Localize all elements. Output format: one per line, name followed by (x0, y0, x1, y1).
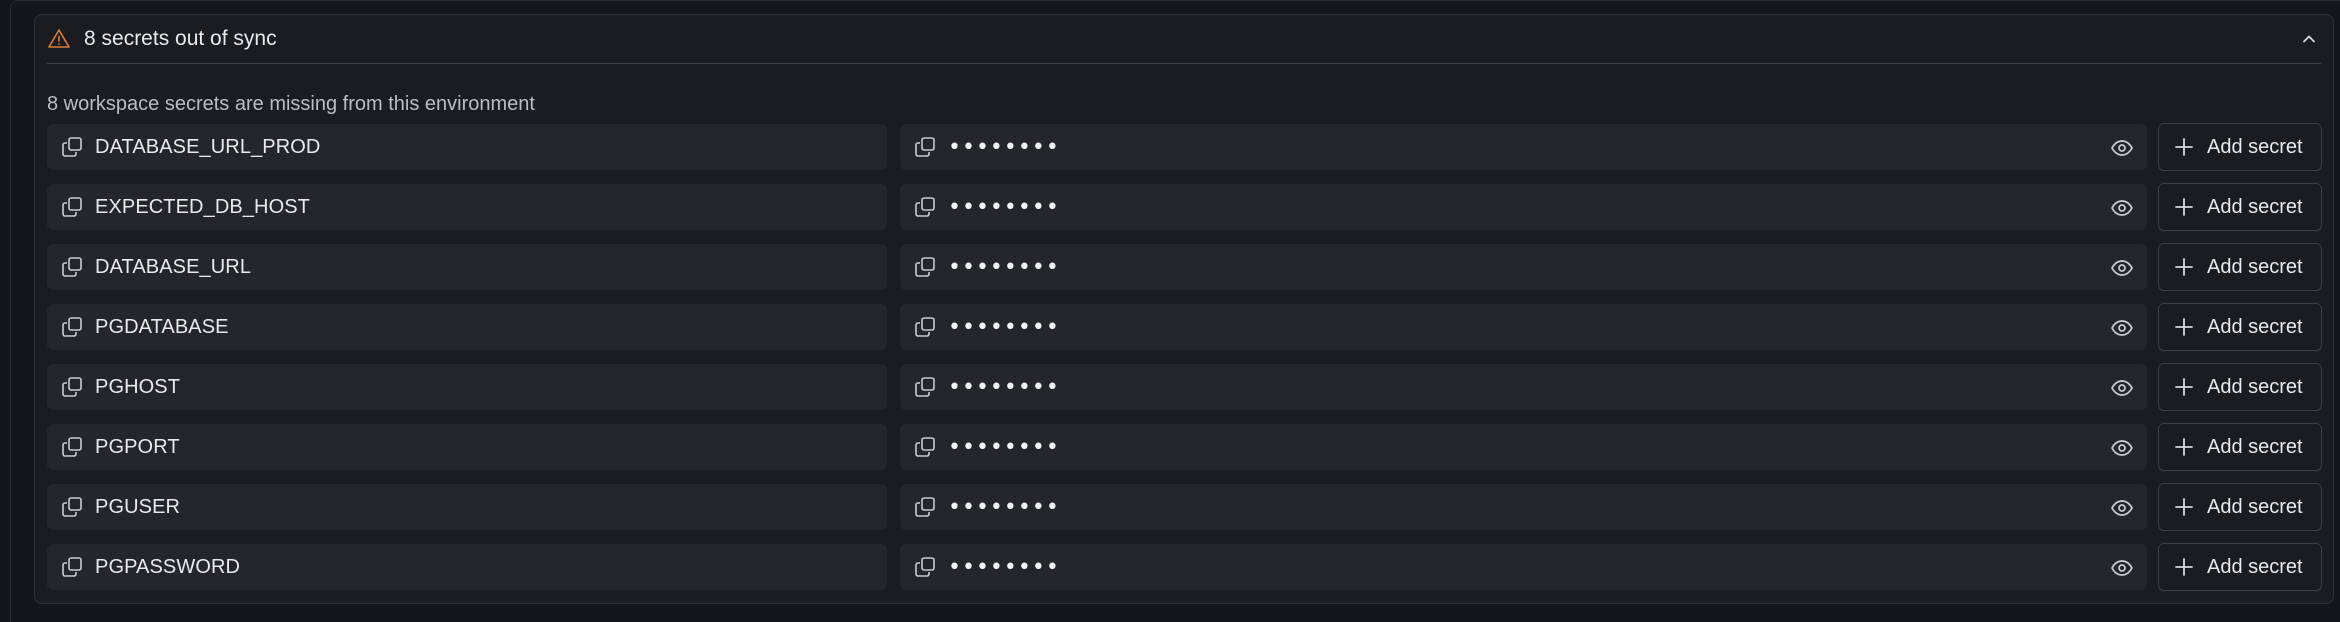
secret-row: DATABASE_URL •••••••• Add secret (47, 243, 2335, 291)
secret-value-field[interactable]: •••••••• (900, 544, 2147, 590)
eye-icon[interactable] (2109, 495, 2135, 521)
secret-key-label: PGUSER (95, 495, 181, 518)
panel-title: 8 secrets out of sync (84, 27, 277, 50)
secret-key-field[interactable]: PGUSER (47, 484, 887, 530)
secrets-sync-panel: 8 secrets out of sync 8 workspace secret… (34, 14, 2334, 604)
add-secret-button[interactable]: Add secret (2158, 303, 2322, 351)
secret-key-field[interactable]: PGPASSWORD (47, 544, 887, 590)
secret-key-field[interactable]: DATABASE_URL (47, 244, 887, 290)
add-secret-label: Add secret (2207, 195, 2303, 218)
secret-value-field[interactable]: •••••••• (900, 124, 2147, 170)
eye-icon[interactable] (2109, 435, 2135, 461)
copy-icon[interactable] (912, 494, 938, 520)
secret-value-masked: •••••••• (948, 314, 1060, 340)
secret-value-masked: •••••••• (948, 134, 1060, 160)
plus-icon (2173, 496, 2195, 518)
add-secret-button[interactable]: Add secret (2158, 183, 2322, 231)
add-secret-label: Add secret (2207, 315, 2303, 338)
secret-row: PGPASSWORD •••••••• Add secret (47, 543, 2335, 591)
eye-icon[interactable] (2109, 315, 2135, 341)
copy-icon[interactable] (59, 314, 85, 340)
eye-icon[interactable] (2109, 135, 2135, 161)
plus-icon (2173, 196, 2195, 218)
copy-icon[interactable] (59, 374, 85, 400)
secret-key-label: DATABASE_URL (95, 255, 252, 278)
secret-key-field[interactable]: PGPORT (47, 424, 887, 470)
secret-value-field[interactable]: •••••••• (900, 184, 2147, 230)
add-secret-button[interactable]: Add secret (2158, 123, 2322, 171)
plus-icon (2173, 136, 2195, 158)
copy-icon[interactable] (912, 374, 938, 400)
plus-icon (2173, 436, 2195, 458)
eye-icon[interactable] (2109, 255, 2135, 281)
copy-icon[interactable] (59, 134, 85, 160)
panel-subtitle: 8 workspace secrets are missing from thi… (47, 93, 535, 115)
add-secret-label: Add secret (2207, 375, 2303, 398)
copy-icon[interactable] (59, 254, 85, 280)
secret-row: PGHOST •••••••• Add secret (47, 363, 2335, 411)
panel-header[interactable]: 8 secrets out of sync (47, 15, 2321, 64)
secret-value-field[interactable]: •••••••• (900, 484, 2147, 530)
chevron-up-icon[interactable] (2297, 27, 2321, 51)
secret-key-label: PGHOST (95, 375, 181, 398)
secrets-list: DATABASE_URL_PROD •••••••• Add secret EXPEC… (47, 123, 2335, 603)
secret-value-masked: •••••••• (948, 374, 1060, 400)
secret-key-label: PGPORT (95, 435, 180, 458)
copy-icon[interactable] (912, 554, 938, 580)
plus-icon (2173, 256, 2195, 278)
copy-icon[interactable] (912, 314, 938, 340)
warning-triangle-icon (47, 27, 71, 51)
plus-icon (2173, 316, 2195, 338)
add-secret-button[interactable]: Add secret (2158, 543, 2322, 591)
secret-key-label: PGPASSWORD (95, 555, 241, 578)
secret-key-field[interactable]: EXPECTED_DB_HOST (47, 184, 887, 230)
secret-value-masked: •••••••• (948, 434, 1060, 460)
secret-key-field[interactable]: PGDATABASE (47, 304, 887, 350)
plus-icon (2173, 376, 2195, 398)
copy-icon[interactable] (912, 134, 938, 160)
secret-value-masked: •••••••• (948, 254, 1060, 280)
secret-value-masked: •••••••• (948, 554, 1060, 580)
secret-value-masked: •••••••• (948, 494, 1060, 520)
eye-icon[interactable] (2109, 375, 2135, 401)
add-secret-label: Add secret (2207, 135, 2303, 158)
secret-key-label: PGDATABASE (95, 315, 229, 338)
eye-icon[interactable] (2109, 195, 2135, 221)
copy-icon[interactable] (59, 194, 85, 220)
secret-value-field[interactable]: •••••••• (900, 364, 2147, 410)
add-secret-button[interactable]: Add secret (2158, 363, 2322, 411)
add-secret-label: Add secret (2207, 555, 2303, 578)
secret-key-label: DATABASE_URL_PROD (95, 135, 321, 158)
secret-row: PGUSER •••••••• Add secret (47, 483, 2335, 531)
copy-icon[interactable] (59, 434, 85, 460)
add-secret-button[interactable]: Add secret (2158, 483, 2322, 531)
eye-icon[interactable] (2109, 555, 2135, 581)
add-secret-label: Add secret (2207, 255, 2303, 278)
secret-row: EXPECTED_DB_HOST •••••••• Add secret (47, 183, 2335, 231)
secret-value-field[interactable]: •••••••• (900, 244, 2147, 290)
copy-icon[interactable] (912, 194, 938, 220)
secret-key-label: EXPECTED_DB_HOST (95, 195, 310, 218)
secret-key-field[interactable]: PGHOST (47, 364, 887, 410)
copy-icon[interactable] (59, 554, 85, 580)
add-secret-label: Add secret (2207, 495, 2303, 518)
secret-row: PGPORT •••••••• Add secret (47, 423, 2335, 471)
secret-value-field[interactable]: •••••••• (900, 304, 2147, 350)
add-secret-button[interactable]: Add secret (2158, 423, 2322, 471)
copy-icon[interactable] (912, 434, 938, 460)
plus-icon (2173, 556, 2195, 578)
secret-row: PGDATABASE •••••••• Add secret (47, 303, 2335, 351)
copy-icon[interactable] (59, 494, 85, 520)
add-secret-button[interactable]: Add secret (2158, 243, 2322, 291)
add-secret-label: Add secret (2207, 435, 2303, 458)
secret-value-field[interactable]: •••••••• (900, 424, 2147, 470)
secret-value-masked: •••••••• (948, 194, 1060, 220)
copy-icon[interactable] (912, 254, 938, 280)
secret-row: DATABASE_URL_PROD •••••••• Add secret (47, 123, 2335, 171)
secret-key-field[interactable]: DATABASE_URL_PROD (47, 124, 887, 170)
